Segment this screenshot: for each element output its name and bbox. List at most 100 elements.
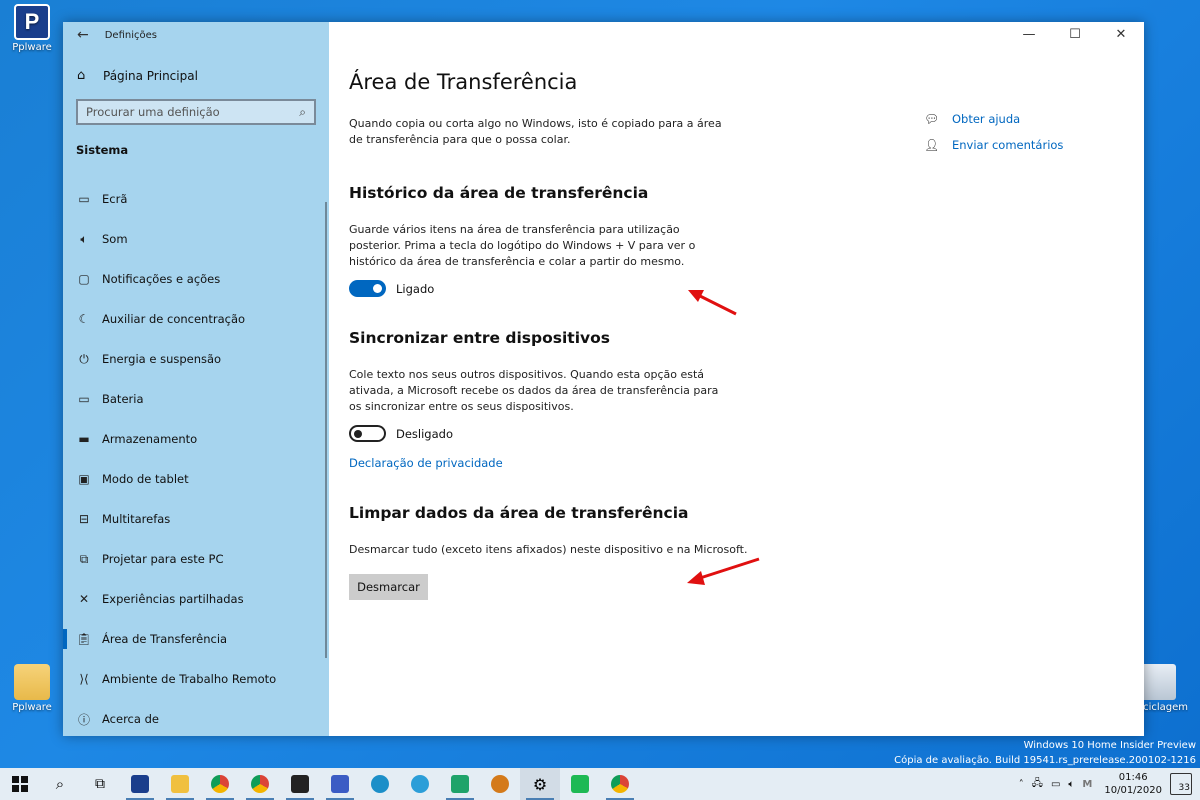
- sync-toggle[interactable]: [349, 425, 386, 442]
- desktop-icon-pplware-folder[interactable]: Pplware: [2, 664, 62, 713]
- taskbar-app-chrome-3[interactable]: [600, 768, 640, 800]
- sidebar-item-shared-experiences[interactable]: ✕ Experiências partilhadas: [63, 579, 329, 619]
- terminal-icon: [291, 775, 309, 793]
- speaker-icon: 🔈︎: [80, 231, 88, 246]
- feedback-label: Enviar comentários: [952, 138, 1064, 152]
- taskbar-app-chrome[interactable]: [200, 768, 240, 800]
- folder-icon: [14, 664, 50, 700]
- taskbar-app-visual-studio[interactable]: [440, 768, 480, 800]
- sidebar-item-display[interactable]: ▭ Ecrã: [63, 179, 329, 219]
- tablet-icon: ▣: [78, 472, 90, 486]
- windows-logo-icon: [12, 776, 28, 792]
- back-arrow-icon[interactable]: ←: [77, 27, 89, 43]
- close-button[interactable]: ✕: [1098, 22, 1144, 48]
- sidebar-item-battery[interactable]: ▭ Bateria: [63, 379, 329, 419]
- sidebar-item-clipboard[interactable]: 📋︎ Área de Transferência: [63, 619, 329, 659]
- sidebar-item-label: Projetar para este PC: [102, 552, 224, 566]
- settings-window: ← Definições ⌂ Página Principal Procurar…: [63, 22, 1144, 736]
- monitor-icon: ▭: [78, 192, 90, 206]
- sidebar-item-about[interactable]: ⓘ Acerca de: [63, 699, 329, 739]
- sidebar-item-power[interactable]: ⏻ Energia e suspensão: [63, 339, 329, 379]
- taskbar-app-chrome-2[interactable]: [240, 768, 280, 800]
- storage-icon: ▬: [78, 432, 90, 446]
- search-placeholder: Procurar uma definição: [86, 105, 220, 119]
- taskbar-app-editor[interactable]: [320, 768, 360, 800]
- search-taskbar-button[interactable]: ⌕: [40, 768, 80, 800]
- sidebar-item-label: Bateria: [102, 392, 144, 406]
- battery-icon: ▭: [78, 392, 90, 406]
- taskbar-app-media[interactable]: [480, 768, 520, 800]
- gear-icon: ⚙: [532, 774, 548, 794]
- history-toggle[interactable]: [349, 280, 386, 297]
- network-icon[interactable]: 🖧︎: [1032, 776, 1043, 793]
- feedback-link[interactable]: 👤︎ Enviar comentários: [924, 132, 1063, 158]
- clear-button[interactable]: Desmarcar: [349, 574, 428, 600]
- history-heading: Histórico da área de transferência: [349, 184, 649, 202]
- desktop-icon-label: Pplware: [12, 702, 52, 713]
- maximize-button[interactable]: ☐: [1052, 22, 1098, 48]
- task-view-button[interactable]: ⧉: [80, 768, 120, 800]
- taskbar-app-file-explorer[interactable]: [160, 768, 200, 800]
- chevron-up-icon[interactable]: ˄: [1019, 779, 1024, 790]
- taskbar-app-pplware[interactable]: [120, 768, 160, 800]
- history-toggle-row: Ligado: [349, 280, 1144, 297]
- privacy-link[interactable]: Declaração de privacidade: [349, 456, 503, 470]
- task-view-icon: ⧉: [95, 776, 105, 792]
- sidebar-item-label: Ambiente de Trabalho Remoto: [102, 672, 277, 686]
- remote-icon: ⟩⟨: [79, 672, 89, 686]
- start-button[interactable]: [0, 768, 40, 800]
- sidebar-item-label: Som: [102, 232, 128, 246]
- history-toggle-label: Ligado: [396, 281, 435, 296]
- sidebar-item-label: Notificações e ações: [102, 272, 221, 286]
- sidebar-item-notifications[interactable]: ▢ Notificações e ações: [63, 259, 329, 299]
- chrome-icon: [251, 775, 269, 793]
- info-icon: ⓘ: [77, 712, 90, 727]
- sidebar-item-label: Acerca de: [102, 712, 159, 726]
- sidebar-item-multitasking[interactable]: ⊟ Multitarefas: [63, 499, 329, 539]
- sync-toggle-row: Desligado: [349, 425, 1144, 442]
- evaluation-watermark: Windows 10 Home Insider Preview Cópia de…: [894, 738, 1196, 768]
- taskbar-app-terminal[interactable]: [280, 768, 320, 800]
- chrome-icon: [611, 775, 629, 793]
- get-help-link[interactable]: 💬︎ Obter ajuda: [924, 106, 1063, 132]
- clock[interactable]: 01:46 10/01/2020: [1104, 771, 1162, 797]
- sidebar-scrollbar[interactable]: [325, 202, 327, 658]
- search-input[interactable]: Procurar uma definição ⌕: [76, 99, 316, 125]
- taskbar-app-settings[interactable]: ⚙: [520, 768, 560, 800]
- home-nav-item[interactable]: ⌂ Página Principal: [63, 48, 329, 83]
- edge-dev-icon: [371, 775, 389, 793]
- action-center-button[interactable]: 33: [1170, 773, 1192, 795]
- pplware-logo-icon: P: [14, 4, 50, 40]
- search-icon[interactable]: ⌕: [299, 105, 306, 120]
- sidebar-item-remote-desktop[interactable]: ⟩⟨ Ambiente de Trabalho Remoto: [63, 659, 329, 699]
- sidebar-item-label: Multitarefas: [102, 512, 171, 526]
- sidebar-item-sound[interactable]: 🔈︎ Som: [63, 219, 329, 259]
- battery-tray-icon[interactable]: ▭: [1051, 779, 1060, 790]
- home-icon: ⌂: [77, 68, 86, 83]
- sidebar-item-tablet-mode[interactable]: ▣ Modo de tablet: [63, 459, 329, 499]
- ime-icon[interactable]: M: [1082, 779, 1092, 790]
- page-title: Área de Transferência: [349, 70, 578, 94]
- search-icon: ⌕: [55, 775, 65, 793]
- sidebar-item-label: Energia e suspensão: [102, 352, 222, 366]
- get-help-label: Obter ajuda: [952, 112, 1021, 126]
- window-controls: — ☐ ✕: [1006, 22, 1144, 48]
- taskbar-app-edge[interactable]: [400, 768, 440, 800]
- taskbar-app-edge-dev[interactable]: [360, 768, 400, 800]
- taskbar-app-spotify[interactable]: [560, 768, 600, 800]
- sidebar: ← Definições ⌂ Página Principal Procurar…: [63, 22, 329, 736]
- sidebar-item-storage[interactable]: ▬ Armazenamento: [63, 419, 329, 459]
- title-bar: ← Definições: [63, 22, 329, 48]
- notification-count: 33: [1178, 783, 1190, 793]
- editor-icon: [331, 775, 349, 793]
- app-title: Definições: [104, 29, 157, 41]
- sync-description: Cole texto nos seus outros dispositivos.…: [349, 368, 719, 413]
- minimize-button[interactable]: —: [1006, 22, 1052, 48]
- desktop-icon-pplware-app[interactable]: P Pplware: [2, 4, 62, 53]
- sync-toggle-label: Desligado: [396, 426, 453, 441]
- sidebar-item-projecting[interactable]: ⧉ Projetar para este PC: [63, 539, 329, 579]
- volume-icon[interactable]: 🔈︎: [1068, 779, 1074, 790]
- history-description: Guarde vários itens na área de transferê…: [349, 223, 696, 268]
- toggle-knob: [354, 429, 362, 438]
- sidebar-item-focus-assist[interactable]: ☾ Auxiliar de concentração: [63, 299, 329, 339]
